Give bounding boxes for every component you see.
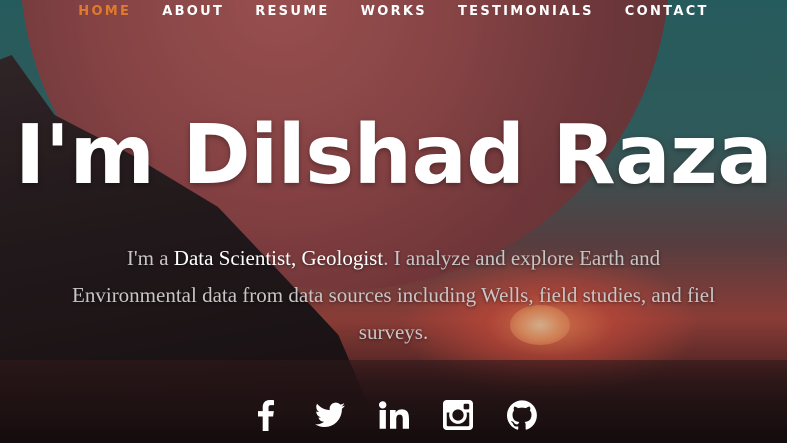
nav-about[interactable]: ABOUT: [162, 4, 224, 26]
hero-headline: I'm Dilshad Raza: [14, 108, 773, 203]
hero-background: [0, 0, 787, 443]
main-nav: HOME ABOUT RESUME WORKS TESTIMONIALS CON…: [0, 0, 787, 26]
nav-works[interactable]: WORKS: [361, 4, 427, 26]
nav-resume[interactable]: RESUME: [255, 4, 329, 26]
instagram-icon[interactable]: [441, 395, 475, 435]
intro-line-2: Environmental data from data sources inc…: [72, 283, 715, 307]
intro-role: Data Scientist, Geologist: [173, 246, 384, 270]
linkedin-icon[interactable]: [377, 395, 411, 435]
facebook-icon[interactable]: [249, 395, 283, 435]
nav-home[interactable]: HOME: [78, 4, 131, 26]
github-icon[interactable]: [505, 395, 539, 435]
intro-line1-rest: . I analyze and explore Earth and: [383, 246, 661, 270]
nav-testimonials[interactable]: TESTIMONIALS: [458, 4, 594, 26]
intro-line-3: surveys.: [358, 320, 429, 344]
intro-line-1: I'm a Data Scientist, Geologist. I analy…: [0, 240, 787, 277]
nav-contact[interactable]: CONTACT: [625, 4, 709, 26]
twitter-icon[interactable]: [313, 395, 347, 435]
hero-intro: I'm a Data Scientist, Geologist. I analy…: [0, 240, 787, 351]
intro-prefix: I'm a: [126, 246, 174, 270]
background-overlay: [0, 0, 787, 443]
social-links: [0, 395, 787, 435]
